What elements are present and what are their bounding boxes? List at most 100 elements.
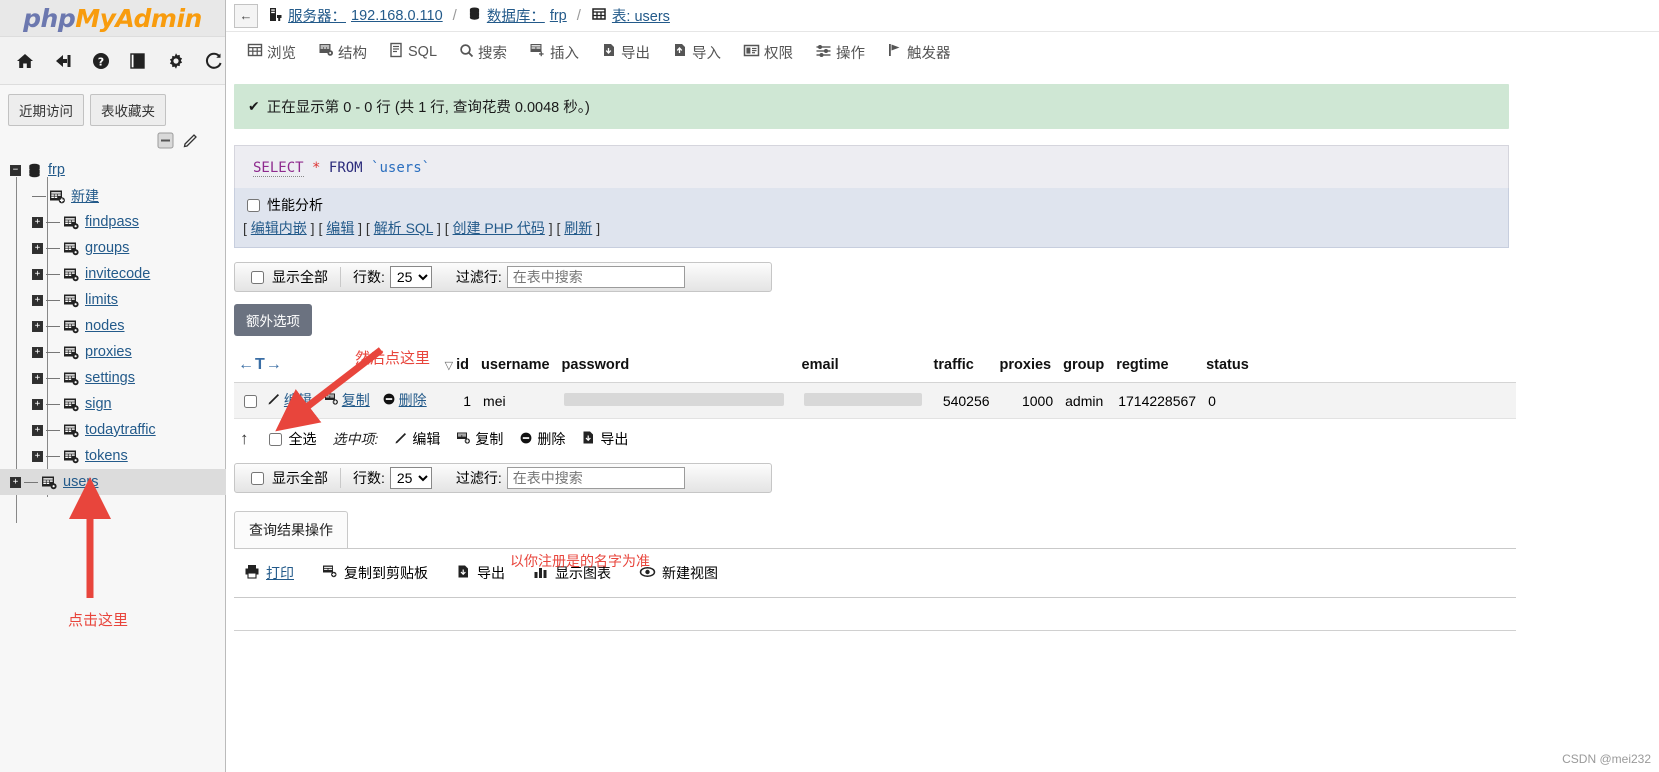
- tree-db-label[interactable]: frp: [48, 162, 65, 178]
- expander-table[interactable]: +: [32, 321, 43, 332]
- show-all-checkbox-bottom[interactable]: [251, 472, 264, 485]
- with-selected-copy[interactable]: 复制: [456, 429, 503, 449]
- sql-query-display[interactable]: SELECT * FROM `users`: [234, 145, 1509, 188]
- profiling-row[interactable]: 性能分析: [243, 195, 1498, 215]
- qro-copy-to-clipboard[interactable]: 复制到剪贴板: [322, 563, 428, 583]
- tab-operations[interactable]: 操作: [806, 37, 874, 68]
- breadcrumb-server-label[interactable]: 服务器：: [288, 5, 346, 26]
- collapse-all-icon[interactable]: [157, 132, 174, 149]
- with-selected-delete[interactable]: 删除: [519, 429, 565, 449]
- expander-table[interactable]: +: [32, 347, 43, 358]
- tab-triggers[interactable]: 触发器: [878, 37, 960, 68]
- row-select-checkbox[interactable]: [244, 395, 257, 408]
- expander-table[interactable]: +: [32, 425, 43, 436]
- filter-rows-input-bottom[interactable]: [507, 467, 685, 489]
- header-password[interactable]: password: [558, 350, 798, 383]
- tree-node-table-users[interactable]: + users: [0, 469, 226, 495]
- qro-create-view[interactable]: 新建视图: [639, 563, 718, 583]
- expander-table[interactable]: +: [32, 295, 43, 306]
- tree-table-label[interactable]: settings: [85, 370, 135, 386]
- gear-icon[interactable]: [165, 50, 187, 72]
- expander-table[interactable]: +: [32, 217, 43, 228]
- header-id[interactable]: ▽id: [441, 350, 477, 383]
- breadcrumb-table[interactable]: 表: users: [591, 5, 670, 26]
- expander-table[interactable]: +: [32, 269, 43, 280]
- tree-node-table[interactable]: + todaytraffic: [32, 417, 225, 443]
- header-username[interactable]: username: [477, 350, 558, 383]
- book-icon[interactable]: [127, 50, 149, 72]
- expander-table-users[interactable]: +: [10, 477, 21, 488]
- header-regtime[interactable]: regtime: [1112, 350, 1202, 383]
- breadcrumb-table-label[interactable]: 表: users: [612, 5, 670, 26]
- check-all-checkbox[interactable]: [269, 433, 282, 446]
- expander-db-frp[interactable]: −: [10, 165, 21, 176]
- show-all-segment[interactable]: 显示全部: [235, 464, 340, 492]
- tree-table-label[interactable]: tokens: [85, 448, 128, 464]
- reload-icon[interactable]: [203, 50, 225, 72]
- back-button[interactable]: ←: [234, 4, 258, 28]
- header-proxies[interactable]: proxies: [996, 350, 1060, 383]
- header-email[interactable]: email: [798, 350, 930, 383]
- tree-node-table[interactable]: + sign: [32, 391, 225, 417]
- header-traffic[interactable]: traffic: [930, 350, 996, 383]
- tree-table-label[interactable]: groups: [85, 240, 129, 256]
- column-move-arrows[interactable]: ←T→: [238, 356, 283, 373]
- tree-node-table[interactable]: + settings: [32, 365, 225, 391]
- profiling-checkbox[interactable]: [247, 199, 260, 212]
- nav-tab-recent[interactable]: 近期访问: [8, 94, 84, 126]
- tab-browse[interactable]: 浏览: [238, 37, 305, 68]
- tree-node-table[interactable]: + invitecode: [32, 261, 225, 287]
- expander-table[interactable]: +: [32, 399, 43, 410]
- logout-icon[interactable]: [52, 50, 74, 72]
- filter-rows-input-top[interactable]: [507, 266, 685, 288]
- tree-table-label[interactable]: findpass: [85, 214, 139, 230]
- qro-export[interactable]: 导出: [456, 563, 505, 583]
- breadcrumb-database-label[interactable]: 数据库：: [487, 5, 545, 26]
- tab-search[interactable]: 搜索: [450, 37, 516, 68]
- tree-node-database[interactable]: − frp: [10, 157, 225, 183]
- tree-node-table[interactable]: + findpass: [32, 209, 225, 235]
- tab-export[interactable]: 导出: [592, 37, 659, 68]
- tree-table-label[interactable]: limits: [85, 292, 118, 308]
- link-with-main-panel-icon[interactable]: [182, 132, 199, 149]
- breadcrumb-database-value[interactable]: frp: [550, 8, 567, 24]
- tab-privileges[interactable]: 权限: [734, 37, 802, 68]
- tree-node-new[interactable]: 新建: [32, 183, 225, 209]
- tab-import[interactable]: 导入: [663, 37, 730, 68]
- rows-per-page-select-top[interactable]: 25: [390, 266, 432, 288]
- help-icon[interactable]: ?: [90, 50, 112, 72]
- select-all-arrow-icon[interactable]: ↑: [240, 429, 249, 449]
- header-status[interactable]: status: [1202, 350, 1516, 383]
- show-all-checkbox-top[interactable]: [251, 271, 264, 284]
- header-group[interactable]: group: [1059, 350, 1112, 383]
- sort-arrow-icon[interactable]: ▽: [445, 360, 453, 372]
- tree-node-table[interactable]: + limits: [32, 287, 225, 313]
- breadcrumb-server[interactable]: 服务器： 192.168.0.110: [268, 5, 443, 26]
- tree-node-table[interactable]: + tokens: [32, 443, 225, 469]
- breadcrumb-database[interactable]: 数据库： frp: [467, 5, 567, 26]
- show-all-segment[interactable]: 显示全部: [235, 263, 340, 291]
- nav-tab-favorites[interactable]: 表收藏夹: [90, 94, 166, 126]
- breadcrumb-server-value[interactable]: 192.168.0.110: [351, 8, 443, 24]
- tab-insert[interactable]: 插入: [520, 37, 588, 68]
- tree-table-label[interactable]: todaytraffic: [85, 422, 156, 438]
- qro-print[interactable]: 打印: [244, 563, 294, 583]
- tree-node-table[interactable]: + nodes: [32, 313, 225, 339]
- expander-table[interactable]: +: [32, 373, 43, 384]
- with-selected-export[interactable]: 导出: [581, 429, 628, 449]
- tree-table-label-users[interactable]: users: [63, 474, 98, 490]
- tree-table-label[interactable]: proxies: [85, 344, 132, 360]
- link-create-php-code[interactable]: 创建 PHP 代码: [453, 220, 545, 236]
- tree-node-table[interactable]: + groups: [32, 235, 225, 261]
- extra-options-button[interactable]: 额外选项: [234, 304, 312, 336]
- link-edit-inline[interactable]: 编辑内嵌: [251, 220, 307, 236]
- tree-new-label[interactable]: 新建: [71, 186, 99, 206]
- link-refresh[interactable]: 刷新: [564, 220, 592, 236]
- tree-table-label[interactable]: nodes: [85, 318, 125, 334]
- tree-node-table[interactable]: + proxies: [32, 339, 225, 365]
- expander-table[interactable]: +: [32, 243, 43, 254]
- tab-structure[interactable]: 结构: [309, 37, 376, 68]
- link-edit[interactable]: 编辑: [326, 220, 354, 236]
- tab-sql[interactable]: SQL: [380, 37, 446, 67]
- rows-per-page-select-bottom[interactable]: 25: [390, 467, 432, 489]
